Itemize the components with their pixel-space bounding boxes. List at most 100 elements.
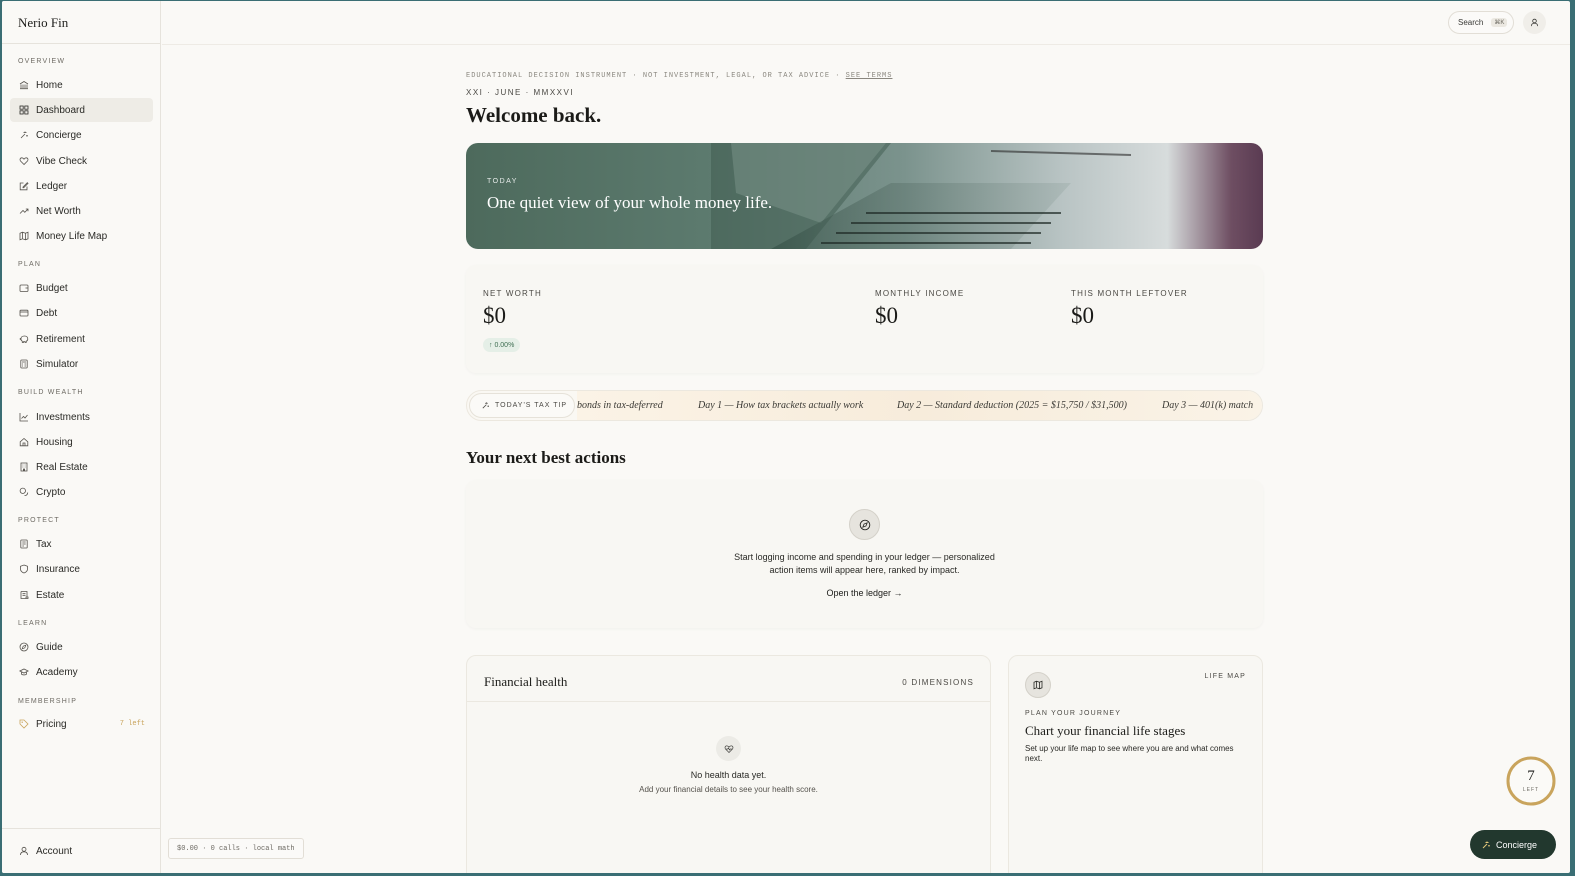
- sidebar-item-housing[interactable]: Housing: [10, 430, 153, 454]
- sidebar-item-real-estate[interactable]: Real Estate: [10, 455, 153, 479]
- sidebar-item-budget[interactable]: Budget: [10, 276, 153, 300]
- net-worth-label: NET WORTH: [483, 289, 542, 298]
- hero-eyebrow: TODAY: [487, 178, 518, 185]
- sidebar-item-debt[interactable]: Debt: [10, 301, 153, 325]
- piggy-bank-icon: [19, 334, 29, 344]
- calculator-icon: [19, 359, 29, 369]
- top-bar: Search ⌘K: [162, 1, 1570, 45]
- profile-button[interactable]: [1523, 11, 1546, 34]
- section-overview: OVERVIEW: [18, 58, 66, 65]
- stats-card: NET WORTH $0 ↑ 0.00% MONTHLY INCOME $0 T…: [466, 265, 1263, 373]
- sidebar: Nerio Fin OVERVIEW Home Dashboard Concie…: [2, 1, 161, 873]
- hero-title: One quiet view of your whole money life.: [487, 193, 773, 212]
- usage-cost-chip: $0.00 · 0 calls · local math: [168, 838, 304, 859]
- remaining-credits-ring[interactable]: 7 LEFT: [1505, 755, 1557, 807]
- remaining-count: 7: [1527, 768, 1535, 784]
- sidebar-item-academy[interactable]: Academy: [10, 660, 153, 684]
- shield-icon: [19, 564, 29, 574]
- search-label: Search: [1458, 18, 1484, 27]
- search-button[interactable]: Search ⌘K: [1448, 11, 1514, 34]
- sidebar-item-home[interactable]: Home: [10, 73, 153, 97]
- leftover-label: THIS MONTH LEFTOVER: [1071, 289, 1188, 298]
- sidebar-item-label: Money Life Map: [36, 230, 108, 242]
- map-icon: [1025, 672, 1051, 698]
- grid-icon: [19, 105, 29, 115]
- tax-tip-label: TODAY'S TAX TIP: [495, 402, 568, 409]
- hero-banner: TODAY One quiet view of your whole money…: [466, 143, 1263, 249]
- sidebar-item-pricing[interactable]: Pricing 7 left: [10, 712, 153, 736]
- credit-card-icon: [19, 308, 29, 318]
- sidebar-item-label: Tax: [36, 538, 52, 550]
- laptop-photo: [711, 143, 1131, 249]
- account-label: Account: [36, 845, 73, 857]
- date-line: XXI · JUNE · MMXXVI: [466, 88, 575, 97]
- net-worth-value: $0: [483, 303, 506, 328]
- sidebar-item-net-worth[interactable]: Net Worth: [10, 199, 153, 223]
- monthly-income-value: $0: [875, 303, 898, 328]
- financial-health-header: Financial health 0 DIMENSIONS: [467, 656, 990, 702]
- sidebar-item-insurance[interactable]: Insurance: [10, 557, 153, 581]
- sidebar-item-label: Budget: [36, 282, 68, 294]
- sidebar-item-guide[interactable]: Guide: [10, 635, 153, 659]
- financial-health-card: Financial health 0 DIMENSIONS No health …: [466, 655, 991, 873]
- tax-tip-item: bonds in tax-deferred: [577, 400, 663, 411]
- next-actions-heading: Your next best actions: [466, 448, 626, 467]
- sidebar-item-estate[interactable]: Estate: [10, 583, 153, 607]
- line-chart-icon: [19, 412, 29, 422]
- sparkle-icon: [481, 401, 490, 410]
- wallet-icon: [19, 283, 29, 293]
- sparkle-icon: [1482, 841, 1490, 848]
- concierge-label: Concierge: [1496, 839, 1538, 850]
- page-title: Welcome back.: [466, 103, 602, 127]
- tax-tip-item[interactable]: Day 3 — 401(k) match: [1162, 400, 1253, 411]
- section-protect: PROTECT: [18, 517, 60, 524]
- life-map-tag: LIFE MAP: [1204, 673, 1246, 680]
- concierge-button[interactable]: Concierge: [1470, 830, 1556, 859]
- sidebar-item-ledger[interactable]: Ledger: [10, 174, 153, 198]
- sidebar-item-simulator[interactable]: Simulator: [10, 352, 153, 376]
- sidebar-item-crypto[interactable]: Crypto: [10, 480, 153, 504]
- compass-icon: [19, 642, 29, 652]
- tax-tip-strip[interactable]: TODAY'S TAX TIP bonds in tax-deferred Da…: [466, 390, 1263, 421]
- open-ledger-label: Open the ledger →: [826, 588, 903, 598]
- sidebar-item-tax[interactable]: Tax: [10, 532, 153, 556]
- sidebar-item-label: Vibe Check: [36, 155, 87, 167]
- section-plan: PLAN: [18, 261, 42, 268]
- see-terms-link[interactable]: SEE TERMS: [846, 72, 893, 80]
- trend-up-icon: [19, 206, 29, 216]
- health-empty-subtitle: Add your financial details to see your h…: [639, 785, 818, 794]
- sidebar-item-label: Crypto: [36, 486, 66, 498]
- next-actions-message: Start logging income and spending in you…: [466, 551, 1263, 577]
- sidebar-item-retirement[interactable]: Retirement: [10, 327, 153, 351]
- life-map-card[interactable]: LIFE MAP PLAN YOUR JOURNEY Chart your fi…: [1008, 655, 1263, 873]
- brand-logo[interactable]: Nerio Fin: [2, 1, 160, 44]
- sidebar-item-label: Academy: [36, 666, 78, 678]
- map-icon: [19, 231, 29, 241]
- sidebar-item-label: Debt: [36, 307, 58, 319]
- house-icon: [19, 437, 29, 447]
- next-actions-card: Start logging income and spending in you…: [466, 480, 1263, 628]
- receipt-icon: [19, 539, 29, 549]
- sidebar-item-label: Pricing: [36, 718, 67, 730]
- section-build-wealth: BUILD WEALTH: [18, 389, 84, 396]
- sidebar-item-money-life-map[interactable]: Money Life Map: [10, 224, 153, 248]
- leftover-value: $0: [1071, 303, 1094, 328]
- tax-tip-item[interactable]: Day 1 — How tax brackets actually work: [698, 400, 863, 411]
- open-ledger-link[interactable]: Open the ledger →: [466, 588, 1263, 598]
- heart-pulse-icon: [716, 736, 741, 761]
- sidebar-item-investments[interactable]: Investments: [10, 405, 153, 429]
- account-area: Account: [2, 828, 161, 873]
- compass-icon: [849, 509, 880, 540]
- remaining-label: LEFT: [1522, 787, 1540, 793]
- monthly-income-label: MONTHLY INCOME: [875, 289, 965, 298]
- tax-tip-ticker: bonds in tax-deferred Day 1 — How tax br…: [577, 391, 1262, 420]
- user-icon: [1530, 14, 1539, 32]
- disclaimer-text: EDUCATIONAL DECISION INSTRUMENT · NOT IN…: [466, 72, 846, 80]
- sidebar-item-concierge[interactable]: Concierge: [10, 123, 153, 147]
- life-map-title: Chart your financial life stages: [1025, 723, 1186, 738]
- sidebar-item-dashboard[interactable]: Dashboard: [10, 98, 153, 122]
- account-button[interactable]: Account: [10, 839, 153, 863]
- tax-tip-item[interactable]: Day 2 — Standard deduction (2025 = $15,7…: [897, 400, 1127, 411]
- sidebar-item-label: Dashboard: [36, 104, 85, 116]
- sidebar-item-vibe-check[interactable]: Vibe Check: [10, 149, 153, 173]
